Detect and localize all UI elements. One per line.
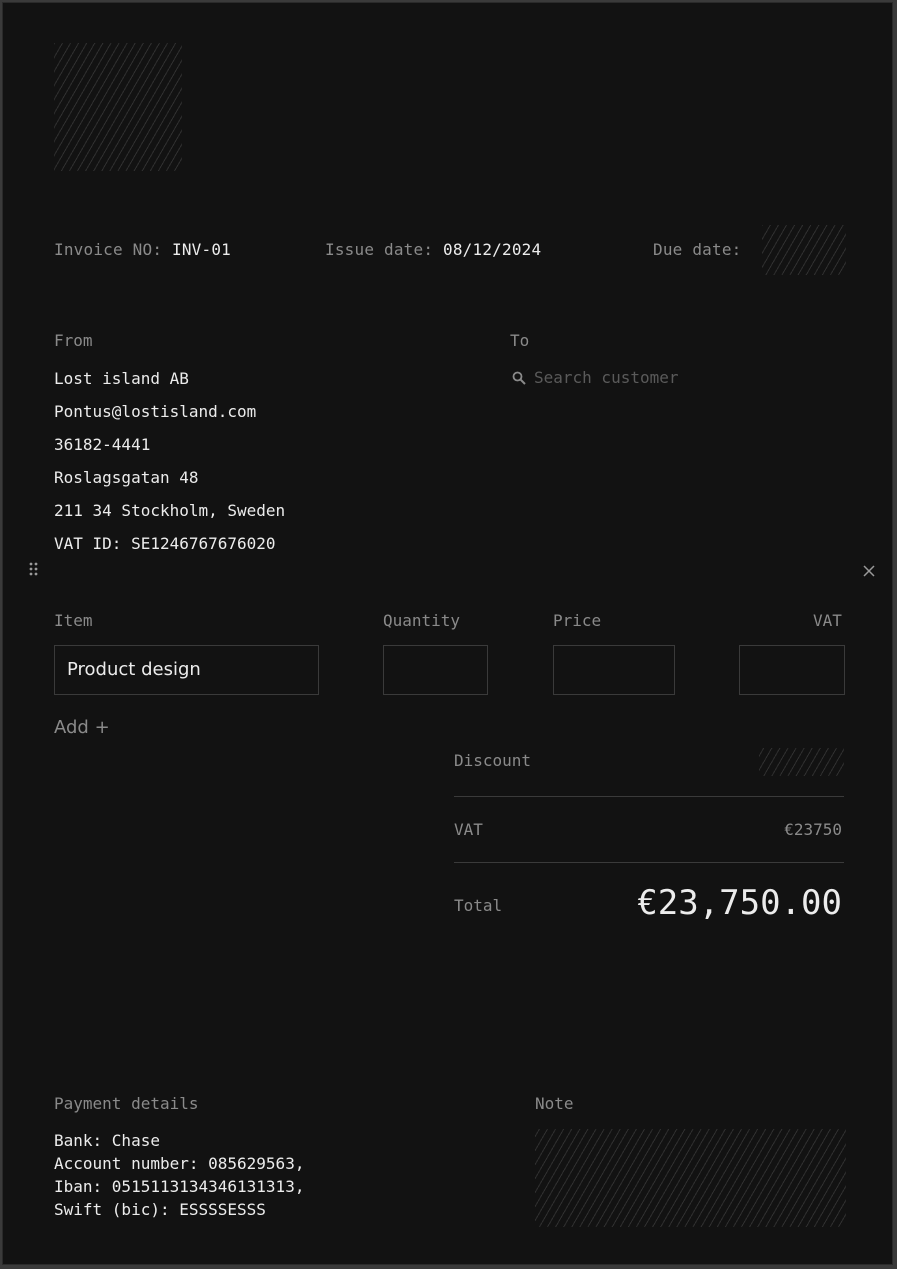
payment-line: Swift (bic): ESSSSESSS (54, 1200, 266, 1219)
vat-summary-label: VAT (454, 820, 483, 839)
invoice-sheet: Invoice NO: INV-01 Issue date: 08/12/202… (2, 2, 893, 1265)
from-details[interactable]: Lost island AB Pontus@lostisland.com 361… (54, 362, 285, 560)
vat-header: VAT (813, 611, 842, 630)
quantity-header: Quantity (383, 611, 461, 630)
discount-field[interactable] (759, 748, 844, 776)
invoice-number-label: Invoice NO: (54, 240, 163, 259)
summary-divider (454, 862, 844, 863)
issue-date-value[interactable]: 08/12/2024 (443, 240, 541, 259)
from-line: 36182-4441 (54, 435, 151, 454)
from-line: Lost island AB (54, 369, 189, 388)
total-value: €23,750.00 (637, 883, 842, 923)
payment-line: Account number: 085629563, (54, 1154, 305, 1173)
payment-line: Iban: 0515113134346131313, (54, 1177, 305, 1196)
item-input[interactable]: Product design (54, 645, 319, 695)
quantity-input[interactable] (383, 645, 488, 695)
from-line: Pontus@lostisland.com (54, 402, 257, 421)
note-label: Note (535, 1094, 574, 1113)
payment-line: Bank: Chase (54, 1131, 160, 1150)
customer-search[interactable]: Search customer (512, 368, 679, 387)
to-label: To (510, 331, 530, 350)
due-date: Due date: (653, 240, 742, 259)
summary-divider (454, 796, 844, 797)
item-header: Item (54, 611, 93, 630)
vat-summary-value: €23750 (784, 820, 842, 839)
price-header: Price (553, 611, 602, 630)
close-icon[interactable] (862, 563, 876, 577)
search-icon (512, 371, 526, 385)
invoice-number-value[interactable]: INV-01 (172, 240, 231, 259)
due-date-field[interactable] (762, 225, 846, 275)
invoice-number[interactable]: Invoice NO: INV-01 (54, 240, 231, 259)
from-line: Roslagsgatan 48 (54, 468, 199, 487)
due-date-label: Due date: (653, 240, 742, 259)
note-field[interactable] (535, 1129, 846, 1227)
issue-date-label: Issue date: (325, 240, 434, 259)
search-input[interactable]: Search customer (534, 368, 679, 387)
add-item-button[interactable]: Add + (54, 717, 110, 738)
total-label: Total (454, 896, 503, 915)
from-label: From (54, 331, 93, 350)
from-line: 211 34 Stockholm, Sweden (54, 501, 286, 520)
payment-details-label: Payment details (54, 1094, 199, 1113)
logo-upload-placeholder[interactable] (54, 43, 182, 171)
price-input[interactable] (553, 645, 675, 695)
from-line: VAT ID: SE1246767676020 (54, 534, 276, 553)
payment-details[interactable]: Bank: Chase Account number: 085629563, I… (54, 1129, 304, 1221)
drag-handle-icon[interactable] (28, 561, 40, 577)
issue-date[interactable]: Issue date: 08/12/2024 (325, 240, 541, 259)
vat-input[interactable] (739, 645, 845, 695)
discount-label: Discount (454, 751, 532, 770)
